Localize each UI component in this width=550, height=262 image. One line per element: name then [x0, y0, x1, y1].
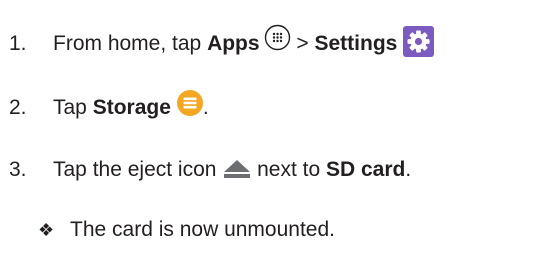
step-text: From home, tap Apps	[53, 31, 260, 55]
eject-icon	[223, 158, 251, 178]
diamond-bullet-icon: ❖	[38, 220, 55, 240]
step-1: 1. From home, tap Apps > Settings	[0, 24, 435, 59]
step-number: 2.	[9, 96, 27, 119]
settings-icon	[403, 26, 435, 57]
result-note: ❖ The card is now unmounted.	[38, 215, 335, 245]
storage-icon	[176, 90, 203, 116]
result-text: The card is now unmounted.	[70, 218, 335, 241]
step-number: 3.	[9, 158, 27, 181]
storage-label: Storage	[92, 96, 171, 119]
step-text: Tap Storage	[53, 96, 171, 119]
apps-icon	[264, 24, 291, 51]
apps-label: Apps	[207, 31, 260, 55]
step-text: Tap the eject icon	[53, 158, 223, 181]
step-number: 1.	[9, 31, 27, 55]
settings-label: Settings	[314, 31, 398, 55]
sd-card-label: SD card	[326, 158, 406, 181]
step-3: 3. Tap the eject icon next to SD card.	[0, 155, 411, 185]
step-2: 2. Tap Storage .	[0, 90, 209, 123]
